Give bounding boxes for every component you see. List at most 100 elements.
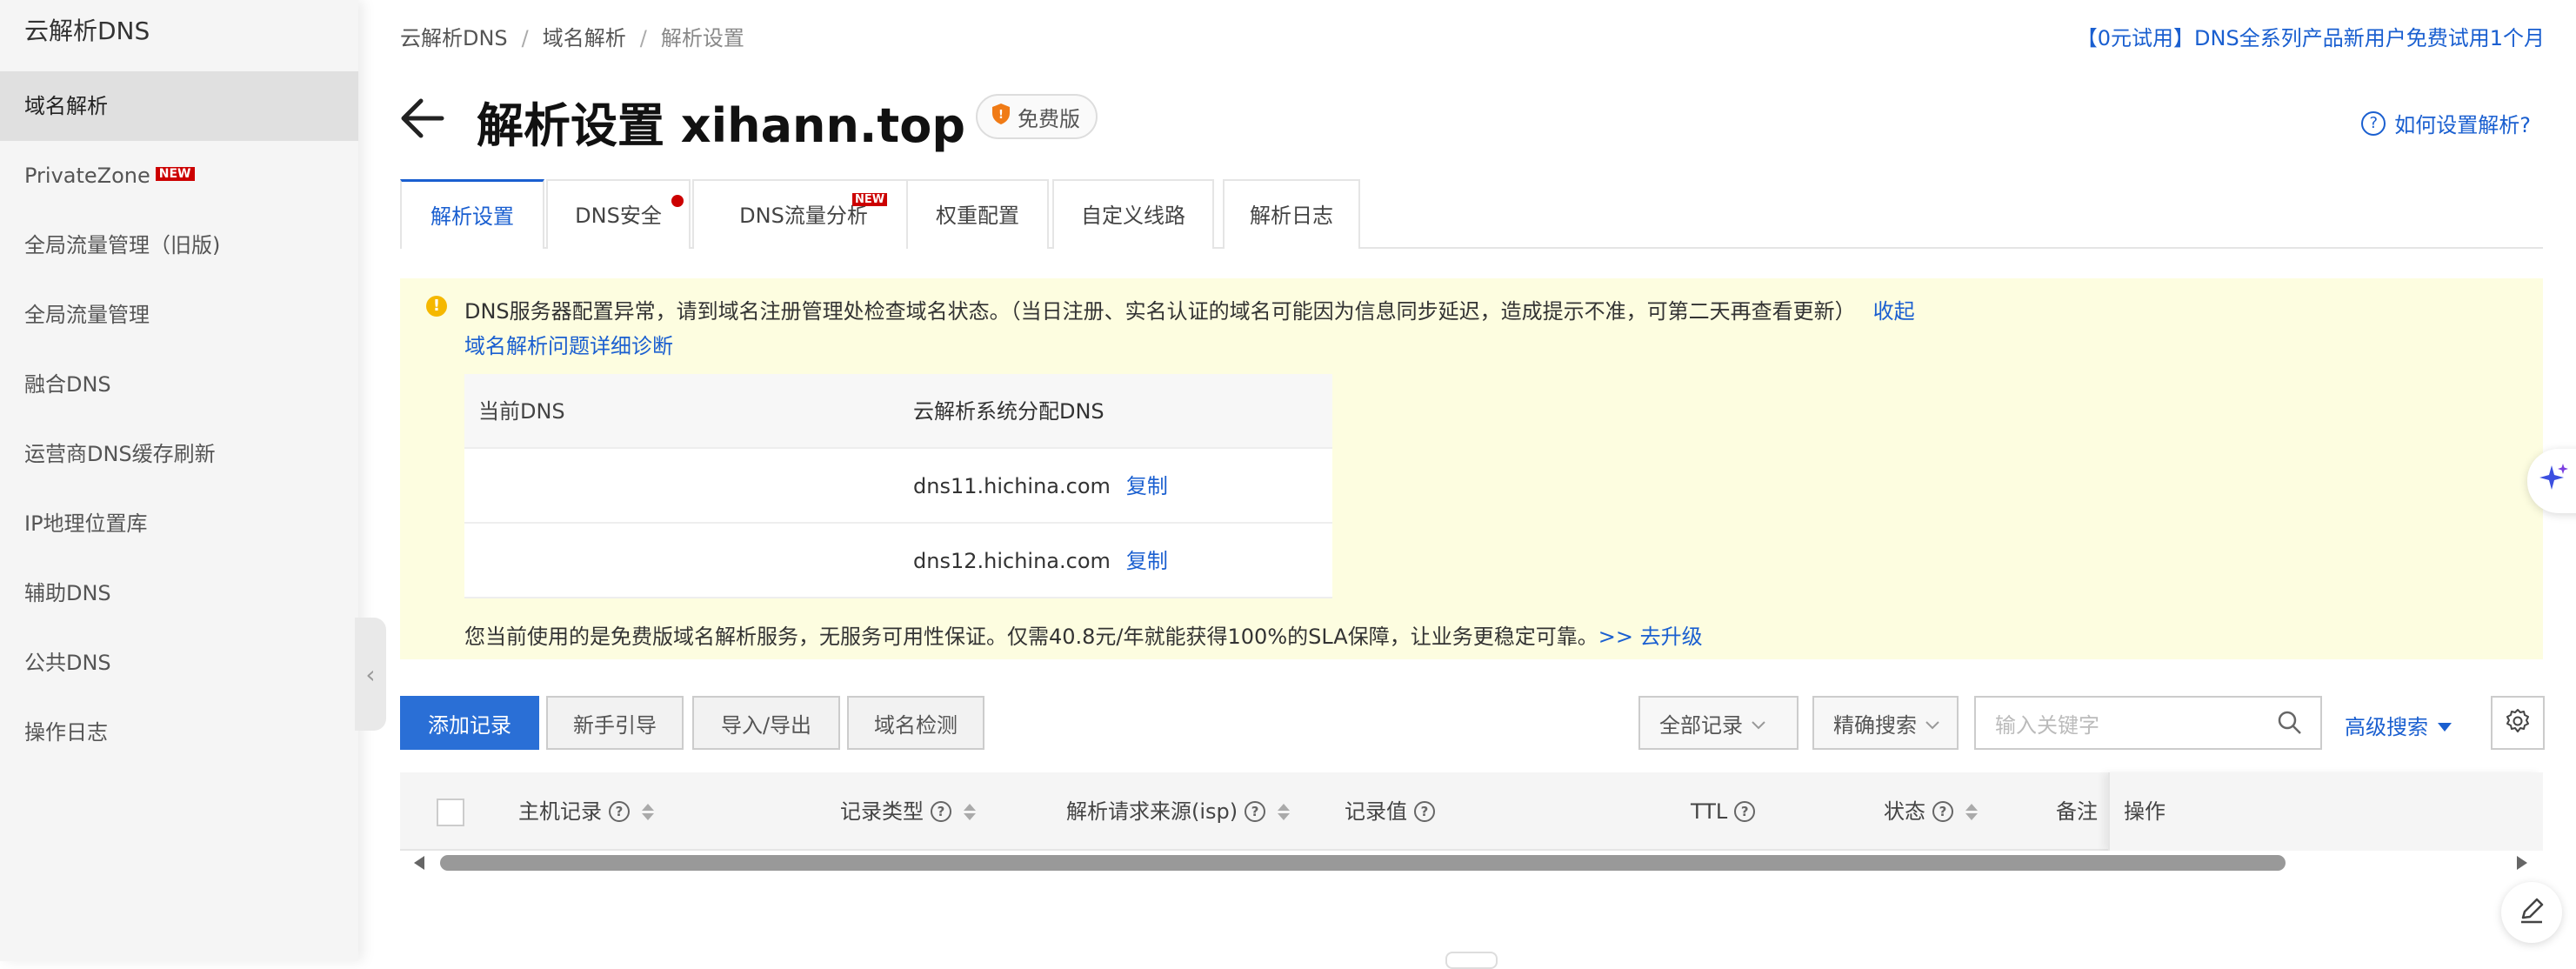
sort-icon[interactable] (1965, 803, 1978, 820)
tab-custom-line[interactable]: 自定义线路 (1052, 179, 1214, 249)
collapse-link[interactable]: 收起 (1873, 299, 1915, 324)
edition-label: 免费版 (1018, 106, 1080, 131)
column-status[interactable]: 状态? (1884, 772, 1978, 851)
tab-label: 权重配置 (936, 204, 1019, 228)
upgrade-link[interactable]: >> 去升级 (1598, 625, 1703, 649)
alert-message: DNS服务器配置异常，请到域名注册管理处检查域名状态。（当日注册、实名认证的域名… (464, 294, 1915, 324)
breadcrumb-separator: / (639, 26, 647, 50)
chevron-left-icon: ‹ (365, 659, 376, 689)
sort-icon[interactable] (1278, 803, 1291, 820)
sidebar-item-ip-geo[interactable]: IP地理位置库 (0, 489, 358, 558)
sidebar-item-label: 全局流量管理（旧版) (24, 233, 221, 257)
question-circle-icon[interactable]: ? (1245, 801, 1266, 822)
dns-table: 当前DNS 云解析系统分配DNS dns11.hichina.com 复制 dns… (464, 374, 1332, 598)
sidebar-item-domain-resolution[interactable]: 域名解析 (0, 71, 358, 141)
select-all-checkbox[interactable] (437, 799, 464, 826)
scroll-left-icon[interactable] (414, 856, 424, 870)
column-record-value: 记录值? (1345, 772, 1435, 851)
question-circle-icon[interactable]: ? (931, 801, 951, 822)
app-title: 云解析DNS (24, 17, 150, 45)
horizontal-scrollbar[interactable] (400, 851, 2543, 875)
sort-icon[interactable] (964, 803, 976, 820)
question-circle-icon[interactable]: ? (1932, 801, 1953, 822)
question-circle-icon[interactable]: ? (609, 801, 630, 822)
search-icon[interactable] (2277, 710, 2303, 736)
question-circle-icon[interactable]: ? (1414, 801, 1435, 822)
guide-button[interactable]: 新手引导 (546, 696, 684, 750)
sidebar-item-gtm[interactable]: 全局流量管理 (0, 280, 358, 350)
table-row: dns12.hichina.com 复制 (464, 524, 1332, 598)
dns-warning-alert: ! DNS服务器配置异常，请到域名注册管理处检查域名状态。（当日注册、实名认证的… (400, 278, 2543, 659)
question-circle-icon: ? (2361, 110, 2386, 136)
sidebar-item-operation-log[interactable]: 操作日志 (0, 698, 358, 767)
tab-resolution-log[interactable]: 解析日志 (1223, 179, 1360, 249)
assigned-dns-cell: dns12.hichina.com 复制 (913, 524, 1168, 598)
sidebar-item-secondary-dns[interactable]: 辅助DNS (0, 558, 358, 628)
sidebar-collapse-handle[interactable]: ‹ (355, 618, 386, 731)
edition-badge: ! 免费版 (976, 94, 1098, 139)
table-settings-button[interactable] (2491, 696, 2545, 750)
add-record-button[interactable]: 添加记录 (400, 696, 539, 750)
record-filter-select[interactable]: 全部记录 (1638, 696, 1799, 750)
import-export-button[interactable]: 导入/导出 (692, 696, 840, 750)
howto-label: 如何设置解析? (2394, 113, 2531, 137)
column-label: 记录类型 (840, 799, 924, 824)
new-badge: NEW (155, 167, 195, 181)
notification-dot (671, 195, 684, 207)
question-circle-icon[interactable]: ? (1734, 801, 1756, 822)
diagnose-link[interactable]: 域名解析问题详细诊断 (464, 329, 673, 359)
copy-button[interactable]: 复制 (1126, 474, 1168, 498)
header-current-dns: 当前DNS (478, 399, 565, 424)
breadcrumb-separator: / (521, 26, 529, 50)
tab-label: 解析设置 (430, 204, 514, 229)
tab-label: DNS流量分析 (739, 204, 868, 228)
search-mode-value: 精确搜索 (1833, 712, 1917, 738)
tab-weight-config[interactable]: 权重配置 (906, 179, 1049, 249)
column-label: 状态 (1884, 799, 1925, 824)
domain-check-button[interactable]: 域名检测 (847, 696, 984, 750)
breadcrumb-item-domain[interactable]: 域名解析 (543, 21, 626, 51)
sidebar-item-label: 域名解析 (24, 94, 108, 118)
sidebar-item-label: IP地理位置库 (24, 511, 148, 536)
records-table-header: 主机记录? 记录类型? 解析请求来源(isp)? 记录值? TTL? 状态? 备… (400, 772, 2543, 851)
column-label: 记录值 (1345, 799, 1407, 824)
sort-icon[interactable] (642, 803, 654, 820)
sidebar-item-label: 全局流量管理 (24, 303, 150, 327)
column-label: 解析请求来源(isp) (1066, 799, 1238, 824)
search-input[interactable]: 输入关键字 (1974, 696, 2322, 750)
copy-button[interactable]: 复制 (1126, 549, 1168, 573)
svg-text:!: ! (998, 109, 1004, 122)
search-placeholder: 输入关键字 (1995, 712, 2099, 738)
gear-icon (2504, 707, 2532, 738)
search-mode-select[interactable]: 精确搜索 (1812, 696, 1959, 750)
assigned-dns-value: dns11.hichina.com (913, 474, 1111, 498)
back-arrow-icon[interactable] (398, 92, 447, 144)
howto-link[interactable]: ? 如何设置解析? (2361, 108, 2531, 138)
sidebar-item-privatezone[interactable]: PrivateZone NEW (0, 141, 358, 211)
column-host-record[interactable]: 主机记录? (518, 772, 654, 851)
scrollbar-thumb[interactable] (440, 855, 2286, 871)
column-label: 备注 (2056, 799, 2098, 824)
sidebar-item-fusion-dns[interactable]: 融合DNS (0, 350, 358, 419)
sidebar-item-label: 运营商DNS缓存刷新 (24, 442, 216, 466)
tab-label: 自定义线路 (1081, 204, 1185, 228)
sidebar-item-public-dns[interactable]: 公共DNS (0, 628, 358, 698)
sidebar-item-cache-refresh[interactable]: 运营商DNS缓存刷新 (0, 419, 358, 489)
tab-resolution-settings[interactable]: 解析设置 (400, 179, 544, 249)
bottom-handle[interactable] (1445, 952, 1498, 969)
chevron-down-icon (1752, 711, 1765, 735)
feedback-button[interactable] (2501, 882, 2562, 943)
sidebar-item-label: PrivateZone (24, 164, 150, 188)
table-header-row: 当前DNS 云解析系统分配DNS (464, 374, 1332, 449)
tab-dns-security[interactable]: DNS安全 (546, 179, 691, 249)
advanced-search-toggle[interactable]: 高级搜索 (2345, 710, 2453, 740)
breadcrumb-item-dns[interactable]: 云解析DNS (400, 21, 508, 51)
column-record-type[interactable]: 记录类型? (840, 772, 976, 851)
sidebar-item-gtm-legacy[interactable]: 全局流量管理（旧版) (0, 211, 358, 280)
promo-link[interactable]: 【0元试用】DNS全系列产品新用户免费试用1个月 (2077, 21, 2545, 51)
new-badge: NEW (852, 193, 888, 206)
sidebar: 云解析DNS 域名解析 PrivateZone NEW 全局流量管理（旧版) 全局… (0, 0, 358, 961)
scroll-right-icon[interactable] (2517, 856, 2527, 870)
tab-dns-traffic-analysis[interactable]: DNS流量分析 NEW (692, 179, 915, 249)
column-isp-source[interactable]: 解析请求来源(isp)? (1066, 772, 1291, 851)
